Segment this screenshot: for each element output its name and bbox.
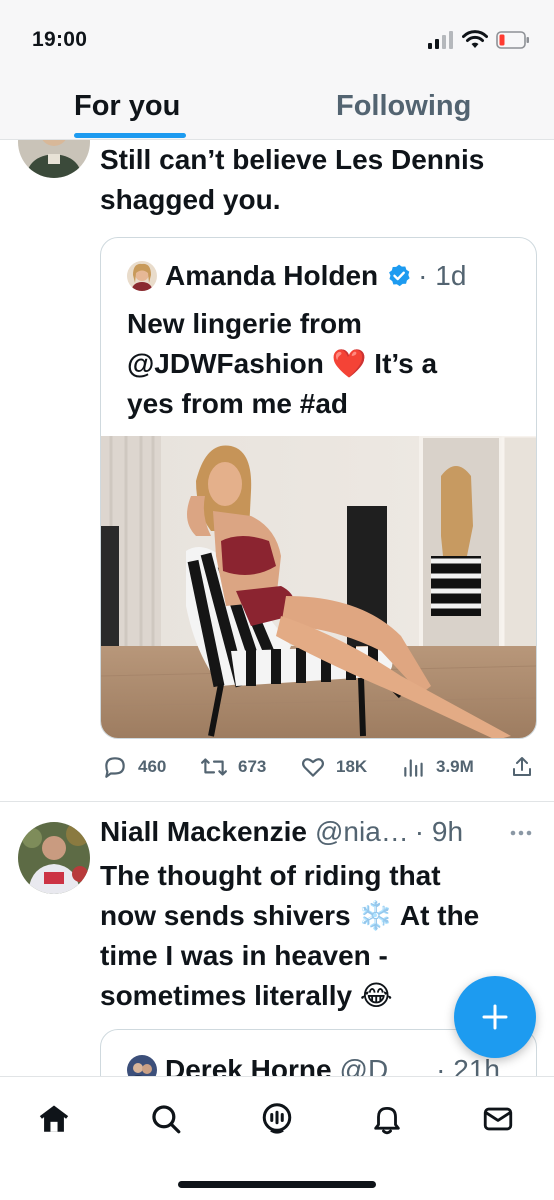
quoted-tweet[interactable]: Amanda Holden · 1d New lingerie from @JD… xyxy=(100,237,537,739)
tweet-actions: 460 673 18K 3.9M xyxy=(100,754,540,784)
compose-tweet-button[interactable] xyxy=(454,976,536,1058)
author-handle[interactable]: @nia… xyxy=(315,816,409,848)
reply-icon xyxy=(105,757,125,778)
wifi-icon xyxy=(462,30,488,48)
quoted-tweet-text: New lingerie from @JDWFashion ❤️ It’s a … xyxy=(127,304,527,424)
verified-badge-icon xyxy=(386,263,412,289)
retweet-icon xyxy=(201,758,227,776)
tweet-text-line: The thought of riding that xyxy=(100,860,441,891)
tweet-text-line: time I was in heaven - xyxy=(100,940,388,971)
tweet-timestamp[interactable]: · 9h xyxy=(415,816,463,848)
home-icon xyxy=(39,1105,69,1132)
avatar[interactable] xyxy=(18,140,90,178)
quote-author-handle[interactable]: @D… xyxy=(340,1054,417,1076)
tweet-text-line: now sends shivers ❄️ At the xyxy=(100,900,480,931)
more-options-icon[interactable] xyxy=(510,824,532,842)
nav-messages[interactable] xyxy=(478,1099,518,1139)
author-name[interactable]: Niall Mackenzie xyxy=(100,816,307,848)
tab-following[interactable]: Following xyxy=(336,90,471,123)
nav-search[interactable] xyxy=(146,1099,186,1139)
tweet-text-line: shagged you. xyxy=(100,184,281,215)
tweet-text: Still can’t believe Les Dennis shagged y… xyxy=(100,140,484,220)
quote-timestamp[interactable]: · 1d xyxy=(418,260,466,292)
quoted-tweet-photo[interactable] xyxy=(101,434,536,738)
reply-button[interactable]: 460 xyxy=(102,754,166,780)
status-bar: 19:00 xyxy=(0,0,554,80)
tweet-text: The thought of riding that now sends shi… xyxy=(100,856,479,1016)
tweet-text-line: Still can’t believe Les Dennis xyxy=(100,144,485,175)
quote-author-name[interactable]: Amanda Holden xyxy=(165,260,378,292)
battery-icon xyxy=(496,31,529,49)
spaces-icon xyxy=(262,1103,292,1134)
quote-text-line: yes from me #ad xyxy=(127,388,348,419)
views-button[interactable]: 3.9M xyxy=(402,754,474,780)
nav-notifications[interactable] xyxy=(367,1099,407,1139)
nav-spaces[interactable] xyxy=(257,1099,297,1139)
like-button[interactable]: 18K xyxy=(300,754,367,780)
tweet-text-line: sometimes literally 😂 xyxy=(100,980,393,1011)
tab-for-you[interactable]: For you xyxy=(74,90,180,123)
quote-avatar xyxy=(127,1055,157,1076)
quote-avatar xyxy=(127,261,157,291)
heart-icon xyxy=(302,758,324,777)
retweet-button[interactable]: 673 xyxy=(200,754,266,780)
search-icon xyxy=(152,1105,181,1134)
views-icon xyxy=(404,759,423,777)
like-count: 18K xyxy=(336,757,368,776)
tweet-header: Niall Mackenzie @nia… · 9h xyxy=(100,816,463,848)
status-time: 19:00 xyxy=(32,28,88,51)
bottom-navigation xyxy=(0,1076,554,1200)
tweet-divider xyxy=(0,801,554,802)
plus-icon xyxy=(482,1004,508,1030)
timeline-feed[interactable]: Still can’t believe Les Dennis shagged y… xyxy=(0,140,554,1076)
timeline-tabs: For you Following xyxy=(0,80,554,140)
signal-icon xyxy=(428,31,453,49)
view-count: 3.9M xyxy=(436,757,474,776)
quote-text-line[interactable]: @JDWFashion ❤️ It’s a xyxy=(127,344,527,384)
quoted-tweet-header: Derek Horne @D… · 21h xyxy=(127,1054,500,1076)
active-tab-indicator xyxy=(74,133,186,138)
quote-author-name[interactable]: Derek Horne xyxy=(165,1054,332,1076)
nav-home[interactable] xyxy=(34,1099,74,1139)
share-button[interactable] xyxy=(510,754,534,780)
reply-count: 460 xyxy=(138,757,167,776)
quoted-tweet-header: Amanda Holden · 1d xyxy=(127,260,466,292)
share-icon xyxy=(513,757,531,776)
bell-icon xyxy=(374,1106,400,1135)
home-indicator xyxy=(178,1181,376,1188)
avatar[interactable] xyxy=(18,822,90,894)
retweet-count: 673 xyxy=(238,757,267,776)
mail-icon xyxy=(483,1107,513,1131)
status-icons xyxy=(428,30,530,50)
quote-text-line: New lingerie from xyxy=(127,308,362,339)
